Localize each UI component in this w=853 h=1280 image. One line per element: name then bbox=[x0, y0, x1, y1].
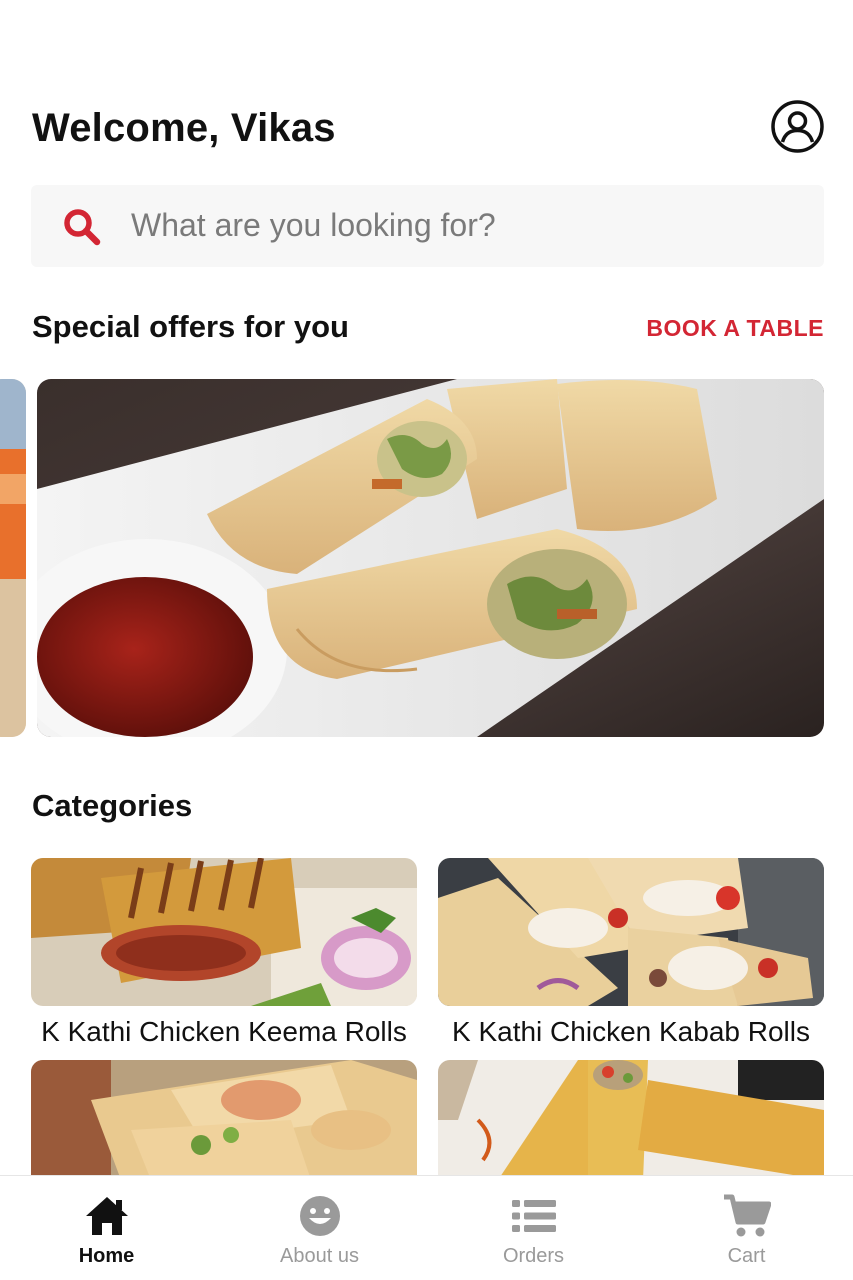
category-image bbox=[438, 1060, 824, 1180]
category-image bbox=[31, 1060, 417, 1180]
offer-slide-spring-rolls[interactable] bbox=[37, 379, 824, 737]
nav-about-us[interactable]: About us bbox=[213, 1176, 426, 1280]
category-card[interactable]: K Kathi Chicken Kabab Rolls bbox=[438, 858, 824, 1048]
categories-title: Categories bbox=[32, 788, 193, 823]
nav-cart[interactable]: Cart bbox=[640, 1176, 853, 1280]
offers-header: Special offers for you BOOK A TABLE bbox=[32, 307, 824, 351]
cart-icon bbox=[723, 1194, 771, 1238]
category-image bbox=[31, 858, 417, 1006]
nav-cart-label: Cart bbox=[727, 1245, 766, 1267]
category-card[interactable] bbox=[31, 1060, 417, 1190]
category-label: K Kathi Chicken Kabab Rolls bbox=[452, 1016, 810, 1047]
offers-carousel[interactable] bbox=[0, 379, 853, 737]
nav-about-us-label: About us bbox=[280, 1245, 359, 1267]
user-circle-icon[interactable] bbox=[771, 100, 824, 153]
bottom-navigation: Home About us Orders Cart bbox=[0, 1175, 853, 1280]
list-icon bbox=[510, 1194, 558, 1238]
nav-orders[interactable]: Orders bbox=[427, 1176, 640, 1280]
category-card[interactable] bbox=[438, 1060, 824, 1190]
search-icon bbox=[61, 206, 103, 248]
nav-home[interactable]: Home bbox=[0, 1176, 213, 1280]
category-card[interactable]: K Kathi Chicken Keema Rolls bbox=[31, 858, 417, 1048]
search-input[interactable]: What are you looking for? bbox=[131, 207, 496, 244]
welcome-title: Welcome, Vikas bbox=[32, 106, 336, 150]
header: Welcome, Vikas bbox=[32, 100, 824, 160]
category-image bbox=[438, 858, 824, 1006]
nav-orders-label: Orders bbox=[502, 1245, 565, 1267]
book-a-table-link[interactable]: BOOK A TABLE bbox=[646, 315, 824, 342]
offers-title: Special offers for you bbox=[32, 309, 349, 344]
search-bar[interactable]: What are you looking for? bbox=[31, 185, 824, 267]
category-label: K Kathi Chicken Keema Rolls bbox=[41, 1016, 407, 1047]
previous-offer-slide[interactable] bbox=[0, 379, 26, 737]
smile-icon bbox=[296, 1194, 344, 1238]
home-icon bbox=[83, 1194, 131, 1238]
nav-home-label: Home bbox=[78, 1245, 135, 1267]
